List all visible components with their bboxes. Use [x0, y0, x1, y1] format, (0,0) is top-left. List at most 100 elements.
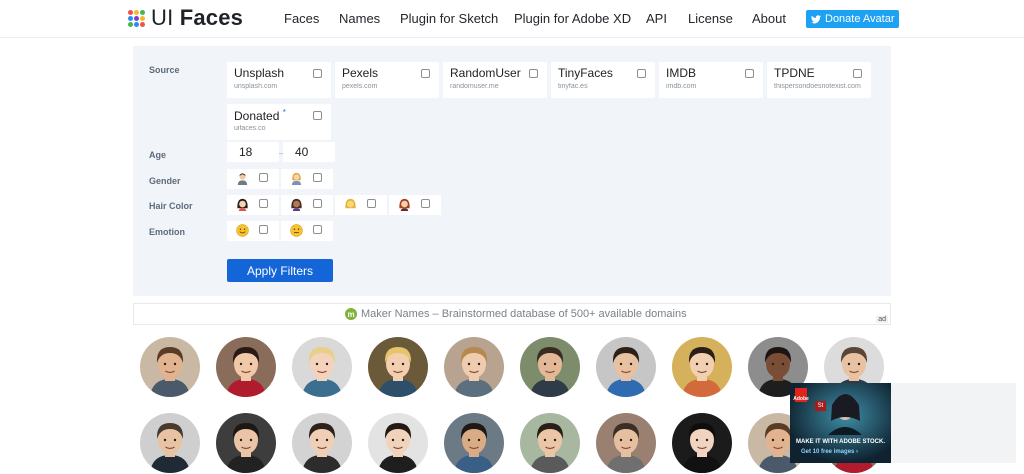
ad-cta-link[interactable]: Get 10 free images ›: [801, 449, 858, 455]
source-domain: thispersondoesnotexist.com: [774, 83, 861, 90]
twitter-bird-icon: [811, 14, 821, 23]
nav-license-link[interactable]: License: [688, 11, 733, 26]
source-option-tinyfaces[interactable]: TinyFaces tinyfac.es: [551, 62, 655, 98]
avatar[interactable]: [672, 413, 732, 473]
source-name: Unsplash: [234, 66, 285, 80]
source-option-imdb[interactable]: IMDB imdb.com: [659, 62, 763, 98]
nav-faces-link[interactable]: Faces: [284, 11, 319, 26]
avatar[interactable]: [368, 413, 428, 473]
avatar[interactable]: [672, 337, 732, 397]
age-label: Age: [149, 150, 167, 160]
adobe-stock-ad[interactable]: Adobe St MAKE IT WITH ADOBE STOCK. Get 1…: [790, 383, 891, 463]
avatar[interactable]: [216, 337, 276, 397]
source-domain: imdb.com: [666, 83, 697, 90]
ad-badge: ad: [876, 316, 888, 323]
source-name: TinyFaces: [558, 66, 613, 80]
avatar[interactable]: [216, 413, 276, 473]
source-option-donated[interactable]: Donated * uifaces.co: [227, 104, 331, 140]
source-checkbox[interactable]: [745, 69, 754, 78]
donate-label: Donate Avatar: [825, 13, 895, 25]
ad-blank-area: [891, 383, 1016, 463]
maker-names-logo-icon: m: [345, 308, 357, 320]
emotion-checkbox[interactable]: [259, 225, 268, 234]
source-option-unsplash[interactable]: Unsplash unsplash.com: [227, 62, 331, 98]
source-checkbox[interactable]: [421, 69, 430, 78]
donate-avatar-button[interactable]: Donate Avatar: [806, 10, 899, 28]
source-name: RandomUser: [450, 66, 521, 80]
source-domain: pexels.com: [342, 83, 378, 90]
nav-names-link[interactable]: Names: [339, 11, 380, 26]
source-option-pexels[interactable]: Pexels pexels.com: [335, 62, 439, 98]
avatar[interactable]: [368, 337, 428, 397]
hair-option-red[interactable]: [389, 195, 441, 215]
happy-emoji-icon: [236, 224, 249, 237]
hair-option-brown[interactable]: [281, 195, 333, 215]
avatar[interactable]: [596, 413, 656, 473]
hair-checkbox[interactable]: [313, 199, 322, 208]
avatar[interactable]: [140, 413, 200, 473]
source-label: Source: [149, 65, 180, 75]
avatar[interactable]: [596, 337, 656, 397]
hair-checkbox[interactable]: [259, 199, 268, 208]
source-name: Donated *: [234, 108, 286, 123]
black-hair-emoji-icon: [237, 198, 248, 211]
source-name: TPDNE: [774, 66, 815, 80]
adobe-stock-app-icon: St: [815, 401, 826, 411]
filter-panel: Source Unsplash unsplash.com Pexels pexe…: [133, 46, 891, 296]
donated-mark: *: [282, 108, 286, 117]
apply-filters-button[interactable]: Apply Filters: [227, 259, 333, 282]
logo-text: UI Faces: [151, 5, 244, 30]
source-domain: tinyfac.es: [558, 83, 588, 90]
logo-dots-icon: [128, 9, 145, 27]
gender-option-female[interactable]: [281, 169, 333, 189]
emotion-checkbox[interactable]: [313, 225, 322, 234]
gender-checkbox[interactable]: [313, 173, 322, 182]
source-checkbox[interactable]: [637, 69, 646, 78]
source-domain: unsplash.com: [234, 83, 278, 90]
avatar[interactable]: [444, 337, 504, 397]
ui-faces-logo[interactable]: UI Faces: [128, 5, 243, 31]
hair-color-label: Hair Color: [149, 201, 193, 211]
male-emoji-icon: [237, 173, 248, 185]
hair-option-black[interactable]: [227, 195, 279, 215]
neutral-emoji-icon: [290, 224, 303, 237]
avatar[interactable]: [520, 413, 580, 473]
ad-headline: MAKE IT WITH ADOBE STOCK.: [796, 439, 885, 445]
age-from-input[interactable]: 18: [227, 142, 279, 162]
avatar[interactable]: [140, 337, 200, 397]
maker-names-ad[interactable]: m Maker Names – Brainstormed database of…: [133, 303, 891, 325]
source-option-tpdne[interactable]: TPDNE thispersondoesnotexist.com: [767, 62, 871, 98]
age-to-input[interactable]: 40: [283, 142, 335, 162]
gender-checkbox[interactable]: [259, 173, 268, 182]
hair-checkbox[interactable]: [421, 199, 430, 208]
hair-option-blond[interactable]: [335, 195, 387, 215]
source-checkbox[interactable]: [313, 111, 322, 120]
nav-plugin-xd-link[interactable]: Plugin for Adobe XD: [514, 11, 631, 26]
source-domain: randomuser.me: [450, 83, 499, 90]
nav-api-link[interactable]: API: [646, 11, 667, 26]
avatar[interactable]: [444, 413, 504, 473]
hair-checkbox[interactable]: [367, 199, 376, 208]
avatar[interactable]: [292, 413, 352, 473]
blond-hair-emoji-icon: [345, 198, 356, 209]
nav-plugin-sketch-link[interactable]: Plugin for Sketch: [400, 11, 498, 26]
source-checkbox[interactable]: [853, 69, 862, 78]
top-bar: UI Faces Faces Names Plugin for Sketch P…: [0, 0, 1024, 38]
avatar[interactable]: [520, 337, 580, 397]
source-option-randomuser[interactable]: RandomUser randomuser.me: [443, 62, 547, 98]
brown-hair-emoji-icon: [291, 198, 302, 211]
source-checkbox[interactable]: [313, 69, 322, 78]
ad-text: m Maker Names – Brainstormed database of…: [345, 308, 687, 320]
source-domain: uifaces.co: [234, 125, 266, 132]
adobe-logo: Adobe: [793, 388, 809, 402]
red-hair-emoji-icon: [399, 198, 410, 211]
gender-label: Gender: [149, 176, 181, 186]
emotion-option-happy[interactable]: [227, 221, 279, 241]
avatar[interactable]: [292, 337, 352, 397]
gender-option-male[interactable]: [227, 169, 279, 189]
emotion-label: Emotion: [149, 227, 185, 237]
source-checkbox[interactable]: [529, 69, 538, 78]
source-name: IMDB: [666, 66, 696, 80]
emotion-option-neutral[interactable]: [281, 221, 333, 241]
nav-about-link[interactable]: About: [752, 11, 786, 26]
